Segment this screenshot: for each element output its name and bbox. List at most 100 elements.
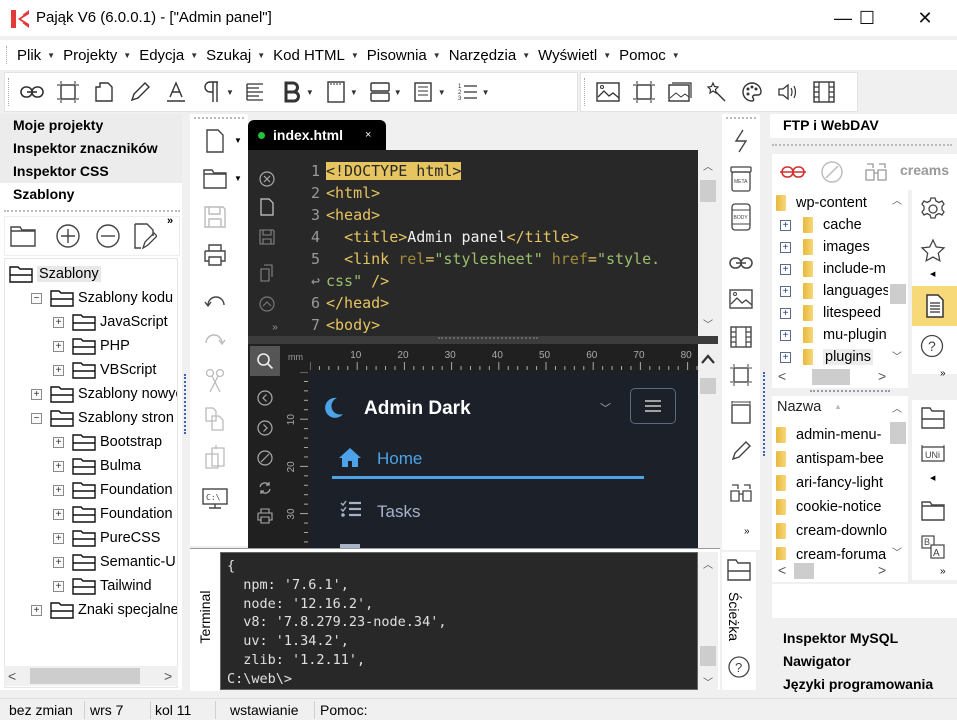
print-preview-icon[interactable] [257, 508, 273, 524]
maximize-button[interactable]: ☐ [844, 0, 890, 36]
expand-icon[interactable]: + [53, 580, 64, 592]
print-icon[interactable] [200, 240, 230, 270]
tree-node[interactable]: + PHP [53, 335, 130, 357]
code-line[interactable]: 7 <body> [300, 314, 380, 336]
connect-icon[interactable] [780, 164, 806, 180]
zoom-button[interactable] [250, 346, 280, 376]
splitter-grip[interactable] [810, 390, 890, 394]
frame-icon[interactable] [318, 76, 354, 108]
scroll-right-icon[interactable]: > [878, 562, 886, 578]
image-icon[interactable] [590, 76, 626, 108]
left-panel-tab[interactable]: Szablony [0, 183, 182, 206]
frame-dropdown-arrow[interactable]: ▼ [350, 88, 358, 97]
folder-icon[interactable] [920, 406, 946, 430]
remote-folder[interactable]: + plugins [780, 346, 873, 368]
image-icon[interactable] [726, 284, 756, 314]
brand-title[interactable]: Admin Dark [364, 398, 471, 420]
terminal-vertical-scrollbar[interactable]: ︿ ﹀ [698, 552, 718, 690]
scroll-left-icon[interactable]: < [778, 562, 786, 578]
code-editor[interactable]: » 1 <!DOCTYPE html> 2 <html> 3 <head> 4 <title… [248, 150, 718, 336]
expand-icon[interactable]: + [53, 340, 64, 352]
status-insert-mode[interactable]: wstawianie [230, 701, 298, 719]
tree-node[interactable]: + Bulma [53, 455, 141, 477]
code-line[interactable]: 4 <title>Admin panel</title> [300, 226, 579, 248]
splitter-grip[interactable] [438, 337, 538, 343]
list-horizontal-scrollbar[interactable]: < > [772, 560, 908, 582]
film-icon[interactable] [726, 322, 756, 352]
scroll-thumb[interactable] [794, 563, 814, 579]
body-tag-icon[interactable]: BODY [726, 202, 756, 232]
tree-horizontal-scrollbar[interactable]: < > [4, 666, 178, 686]
scroll-left-icon[interactable]: < [778, 368, 786, 384]
list-vertical-scrollbar[interactable]: ︿ ﹀ [888, 396, 908, 560]
remote-folder[interactable]: + images [780, 236, 870, 258]
tree-node[interactable]: + Szablony nowych [31, 383, 177, 405]
editor-vertical-scrollbar[interactable]: ︿ ﹀ [698, 150, 718, 336]
left-panel-tab[interactable]: Inspektor znaczników [0, 137, 182, 160]
more-tools-button[interactable]: » [167, 215, 173, 227]
tree-vertical-scrollbar[interactable]: ︿ ﹀ [888, 190, 908, 368]
expand-icon[interactable]: + [780, 351, 791, 363]
select-frame-icon[interactable] [726, 360, 756, 390]
numbered-list-icon[interactable]: 123 [450, 76, 486, 108]
tree-node[interactable]: − Szablony kodu [31, 287, 173, 309]
disconnect-icon[interactable] [820, 160, 844, 184]
expand-icon[interactable]: + [780, 263, 791, 275]
favorites-star-icon[interactable] [920, 238, 946, 264]
tree-node[interactable]: + Foundation [53, 479, 173, 501]
tree-node[interactable]: + PureCSS [53, 527, 160, 549]
code-line[interactable]: 3 <head> [300, 204, 380, 226]
scroll-thumb[interactable] [700, 646, 716, 666]
expand-icon[interactable]: + [780, 285, 791, 297]
tree-node[interactable]: + Znaki specjalne [31, 599, 177, 621]
scroll-down-icon[interactable]: ﹀ [892, 544, 902, 559]
code-line[interactable]: ↩ css" /> [300, 270, 389, 292]
expand-icon[interactable]: + [53, 508, 64, 520]
remote-file-row[interactable]: cream-downlo [776, 520, 887, 542]
tab-index-html[interactable]: index.html × [248, 120, 386, 150]
new-file-icon[interactable] [258, 198, 276, 216]
stop-icon[interactable] [257, 450, 273, 466]
scroll-right-icon[interactable]: > [164, 668, 172, 684]
remove-icon[interactable] [95, 223, 123, 251]
film-icon[interactable] [806, 76, 842, 108]
scroll-thumb[interactable] [890, 422, 906, 444]
paragraph-dropdown-arrow[interactable]: ▼ [226, 88, 234, 97]
editor-preview-splitter[interactable] [248, 336, 718, 344]
more-tools-icon[interactable]: » [940, 368, 946, 379]
code-line[interactable]: 5 <link rel="stylesheet" href="style. [300, 248, 660, 270]
new-folder-icon[interactable] [920, 500, 946, 522]
bold-icon[interactable] [274, 76, 310, 108]
expand-icon[interactable]: + [780, 241, 791, 253]
menu-9[interactable]: Pomoc ▼ [619, 40, 680, 70]
remote-folder[interactable]: + languages [780, 280, 890, 302]
expand-icon[interactable]: + [53, 436, 64, 448]
expand-icon[interactable]: + [53, 460, 64, 472]
menu-1[interactable]: Plik ▼ [17, 40, 55, 70]
link-icon[interactable] [14, 76, 50, 108]
help-icon[interactable]: ? [728, 656, 750, 678]
link-icon[interactable] [726, 248, 756, 278]
align-icon[interactable] [238, 76, 274, 108]
preview-vertical-scrollbar[interactable] [698, 344, 718, 548]
tree-node[interactable]: Szablony [9, 263, 101, 285]
paste-icon[interactable] [200, 442, 230, 472]
remote-folder[interactable]: + include-m [780, 258, 886, 280]
numbered-list-dropdown-arrow[interactable]: ▼ [482, 88, 490, 97]
remote-file-row[interactable]: antispam-bee [776, 448, 884, 470]
expand-icon[interactable]: + [53, 556, 64, 568]
expand-icon[interactable]: + [53, 532, 64, 544]
panel-grip[interactable] [772, 144, 952, 147]
more-tools-icon[interactable]: » [744, 526, 750, 537]
scroll-down-icon[interactable]: ﹀ [703, 316, 713, 331]
list-dropdown-arrow[interactable]: ▼ [438, 88, 446, 97]
copy-icon[interactable] [258, 264, 276, 282]
pencil-icon[interactable] [122, 76, 158, 108]
menu-grip[interactable] [6, 46, 8, 64]
tree-node[interactable]: + JavaScript [53, 311, 168, 333]
palette-icon[interactable] [734, 76, 770, 108]
menu-2[interactable]: Projekty ▼ [63, 40, 131, 70]
tree-node[interactable]: + Semantic-UI [53, 551, 177, 573]
column-header-name[interactable]: Nazwa [777, 399, 821, 415]
document-button[interactable] [912, 286, 957, 326]
